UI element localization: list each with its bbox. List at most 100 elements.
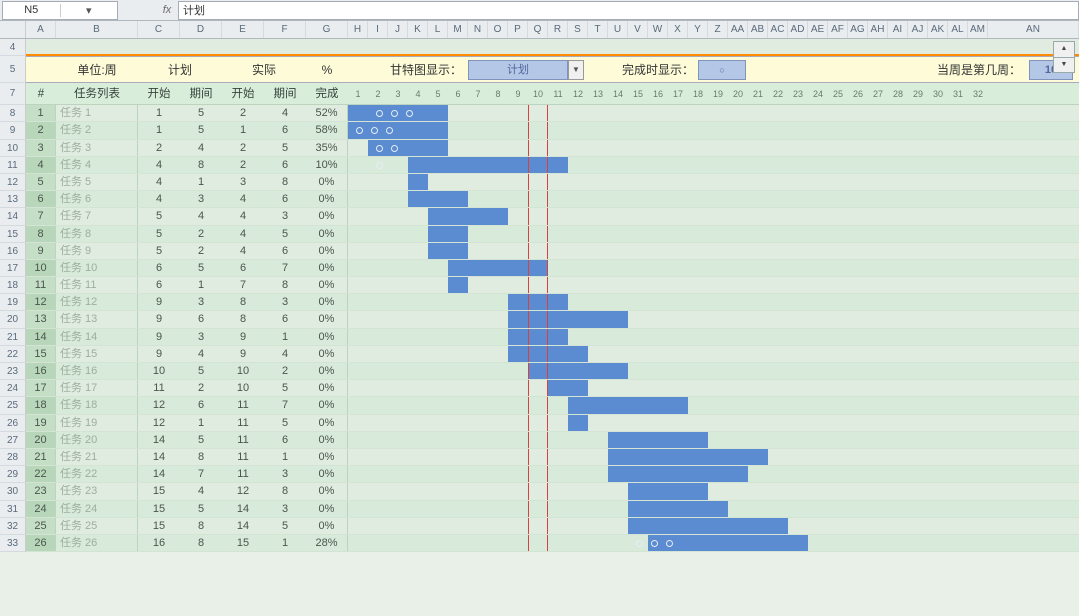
cell-plan-start[interactable]: 4 [138,157,180,173]
cell-task-name[interactable]: 任务 14 [56,329,138,345]
column-header-K[interactable]: K [408,21,428,38]
cell-plan-dur[interactable]: 1 [180,277,222,293]
cell-actual-dur[interactable]: 2 [264,363,306,379]
cell-actual-start[interactable]: 2 [222,157,264,173]
cell-actual-start[interactable]: 3 [222,174,264,190]
column-header-AB[interactable]: AB [748,21,768,38]
cell-plan-dur[interactable]: 8 [180,449,222,465]
cell-plan-start[interactable]: 1 [138,122,180,138]
cell-plan-dur[interactable]: 5 [180,105,222,121]
cell-plan-dur[interactable]: 5 [180,122,222,138]
cell-actual-start[interactable]: 9 [222,346,264,362]
cell-plan-dur[interactable]: 4 [180,483,222,499]
cell-plan-dur[interactable]: 6 [180,311,222,327]
cell-plan-start[interactable]: 12 [138,415,180,431]
cell-actual-dur[interactable]: 6 [264,122,306,138]
cell-plan-dur[interactable]: 8 [180,518,222,534]
cell-task-name[interactable]: 任务 11 [56,277,138,293]
cell-actual-dur[interactable]: 1 [264,449,306,465]
row-header[interactable]: 12 [0,174,26,191]
row-header[interactable]: 4 [0,39,26,56]
cell-plan-start[interactable]: 14 [138,449,180,465]
cell-task-name[interactable]: 任务 24 [56,501,138,517]
cell-task-name[interactable]: 任务 25 [56,518,138,534]
cell-pct[interactable]: 0% [306,518,348,534]
cell-task-name[interactable]: 任务 16 [56,363,138,379]
column-header-E[interactable]: E [222,21,264,38]
column-header-Y[interactable]: Y [688,21,708,38]
cell-pct[interactable]: 0% [306,208,348,224]
cell-plan-dur[interactable]: 2 [180,380,222,396]
column-header-O[interactable]: O [488,21,508,38]
cell-num[interactable]: 3 [26,140,56,156]
cell-actual-start[interactable]: 15 [222,535,264,551]
cell-num[interactable]: 26 [26,535,56,551]
cell-pct[interactable]: 0% [306,432,348,448]
cell-actual-dur[interactable]: 6 [264,432,306,448]
column-header-U[interactable]: U [608,21,628,38]
cell-pct[interactable]: 10% [306,157,348,173]
cell-actual-dur[interactable]: 5 [264,518,306,534]
spinner-up-icon[interactable]: ▲ [1053,41,1075,57]
column-header-N[interactable]: N [468,21,488,38]
cell-actual-start[interactable]: 1 [222,122,264,138]
column-header-W[interactable]: W [648,21,668,38]
cell-num[interactable]: 14 [26,329,56,345]
column-header-H[interactable]: H [348,21,368,38]
cell-num[interactable]: 5 [26,174,56,190]
cell-pct[interactable]: 0% [306,260,348,276]
spinner-down-icon[interactable]: ▼ [1053,57,1075,73]
cell-plan-dur[interactable]: 4 [180,140,222,156]
cell-num[interactable]: 16 [26,363,56,379]
cell-plan-dur[interactable]: 3 [180,191,222,207]
cell-pct[interactable]: 35% [306,140,348,156]
column-header-T[interactable]: T [588,21,608,38]
cell-pct[interactable]: 0% [306,226,348,242]
column-header-AJ[interactable]: AJ [908,21,928,38]
cell-actual-start[interactable]: 4 [222,243,264,259]
cell-actual-dur[interactable]: 6 [264,191,306,207]
cell-pct[interactable]: 0% [306,483,348,499]
worksheet-grid[interactable]: 4 5 单位:周 计划 实际 % 甘特图显示： 计划 ▼ 完成时显示： ○ 当周… [0,39,1079,616]
column-header-Z[interactable]: Z [708,21,728,38]
cell-pct[interactable]: 0% [306,380,348,396]
row-header[interactable]: 9 [0,122,26,139]
cell-num[interactable]: 18 [26,397,56,413]
cell-task-name[interactable]: 任务 13 [56,311,138,327]
cell-actual-dur[interactable]: 1 [264,535,306,551]
cell-pct[interactable]: 52% [306,105,348,121]
cell-task-name[interactable]: 任务 23 [56,483,138,499]
cell-actual-dur[interactable]: 5 [264,380,306,396]
row-header[interactable]: 10 [0,140,26,157]
cell-actual-dur[interactable]: 7 [264,397,306,413]
column-header-C[interactable]: C [138,21,180,38]
cell-num[interactable]: 6 [26,191,56,207]
row-header[interactable]: 29 [0,466,26,483]
cell-actual-start[interactable]: 14 [222,501,264,517]
column-header-AF[interactable]: AF [828,21,848,38]
cell-plan-start[interactable]: 5 [138,226,180,242]
cell-task-name[interactable]: 任务 15 [56,346,138,362]
cell-pct[interactable]: 0% [306,415,348,431]
row-header[interactable]: 27 [0,432,26,449]
cell-actual-dur[interactable]: 6 [264,311,306,327]
column-header-AH[interactable]: AH [868,21,888,38]
select-all-corner[interactable] [0,21,26,38]
cell-plan-dur[interactable]: 5 [180,432,222,448]
cell-plan-dur[interactable]: 5 [180,363,222,379]
cell-plan-start[interactable]: 9 [138,294,180,310]
cell-task-name[interactable]: 任务 7 [56,208,138,224]
column-header-I[interactable]: I [368,21,388,38]
cell-actual-dur[interactable]: 4 [264,346,306,362]
cell-plan-start[interactable]: 15 [138,518,180,534]
cell-plan-start[interactable]: 10 [138,363,180,379]
cell-plan-dur[interactable]: 5 [180,260,222,276]
cell-num[interactable]: 10 [26,260,56,276]
cell-actual-start[interactable]: 2 [222,140,264,156]
column-header-S[interactable]: S [568,21,588,38]
row-header[interactable]: 15 [0,226,26,243]
cell-task-name[interactable]: 任务 3 [56,140,138,156]
cell-pct[interactable]: 0% [306,294,348,310]
row-header[interactable]: 11 [0,157,26,174]
column-header-AD[interactable]: AD [788,21,808,38]
